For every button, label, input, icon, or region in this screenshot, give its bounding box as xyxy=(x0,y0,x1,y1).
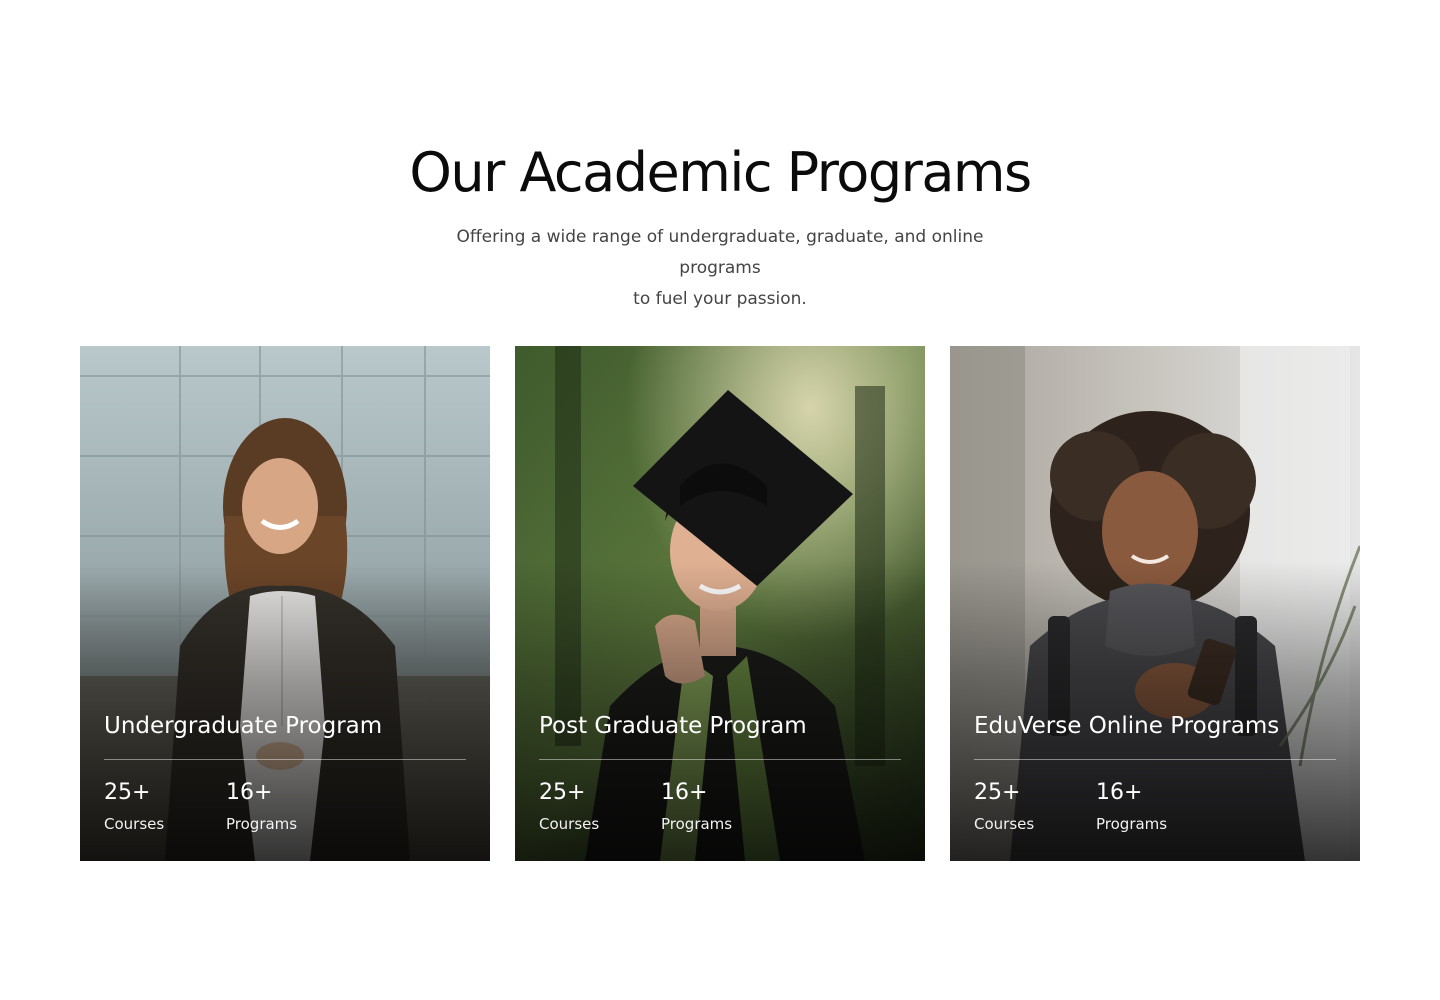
stat-courses: 25+ Courses xyxy=(104,779,164,835)
stat-value: 25+ xyxy=(539,780,586,805)
stat-value: 25+ xyxy=(104,780,151,805)
stat-value: 25+ xyxy=(974,780,1021,805)
section-title: Our Academic Programs xyxy=(409,141,1032,204)
stat-label: Programs xyxy=(1096,815,1168,833)
stat-programs: 16+ Programs xyxy=(226,779,297,835)
card-title: Undergraduate Program xyxy=(104,713,383,739)
stat-value: 16+ xyxy=(661,780,708,805)
stat-value: 16+ xyxy=(1096,780,1143,805)
stat-programs: 16+ Programs xyxy=(1096,779,1167,835)
stat-label: Programs xyxy=(226,815,298,833)
section-subtitle-line-1: Offering a wide range of undergraduate, … xyxy=(456,227,984,278)
stat-label: Programs xyxy=(661,815,733,833)
program-card-post-graduate[interactable]: Post Graduate Program 25+ Courses 16+ Pr… xyxy=(515,346,925,861)
academic-programs-section: Our Academic Programs Offering a wide ra… xyxy=(0,0,1440,1000)
program-card-undergraduate[interactable]: Undergraduate Program 25+ Courses 16+ Pr… xyxy=(80,346,490,861)
section-subtitle: Offering a wide range of undergraduate, … xyxy=(420,222,1020,315)
card-divider xyxy=(539,759,901,760)
stat-value: 16+ xyxy=(226,780,273,805)
stat-label: Courses xyxy=(974,815,1035,833)
card-title: Post Graduate Program xyxy=(539,713,807,739)
stat-programs: 16+ Programs xyxy=(661,779,732,835)
program-card-online[interactable]: EduVerse Online Programs 25+ Courses 16+… xyxy=(950,346,1360,861)
stat-courses: 25+ Courses xyxy=(539,779,599,835)
card-divider xyxy=(104,759,466,760)
card-divider xyxy=(974,759,1336,760)
stat-courses: 25+ Courses xyxy=(974,779,1034,835)
card-title: EduVerse Online Programs xyxy=(974,713,1280,739)
stat-label: Courses xyxy=(104,815,165,833)
section-subtitle-line-2: to fuel your passion. xyxy=(633,289,807,309)
stat-label: Courses xyxy=(539,815,600,833)
